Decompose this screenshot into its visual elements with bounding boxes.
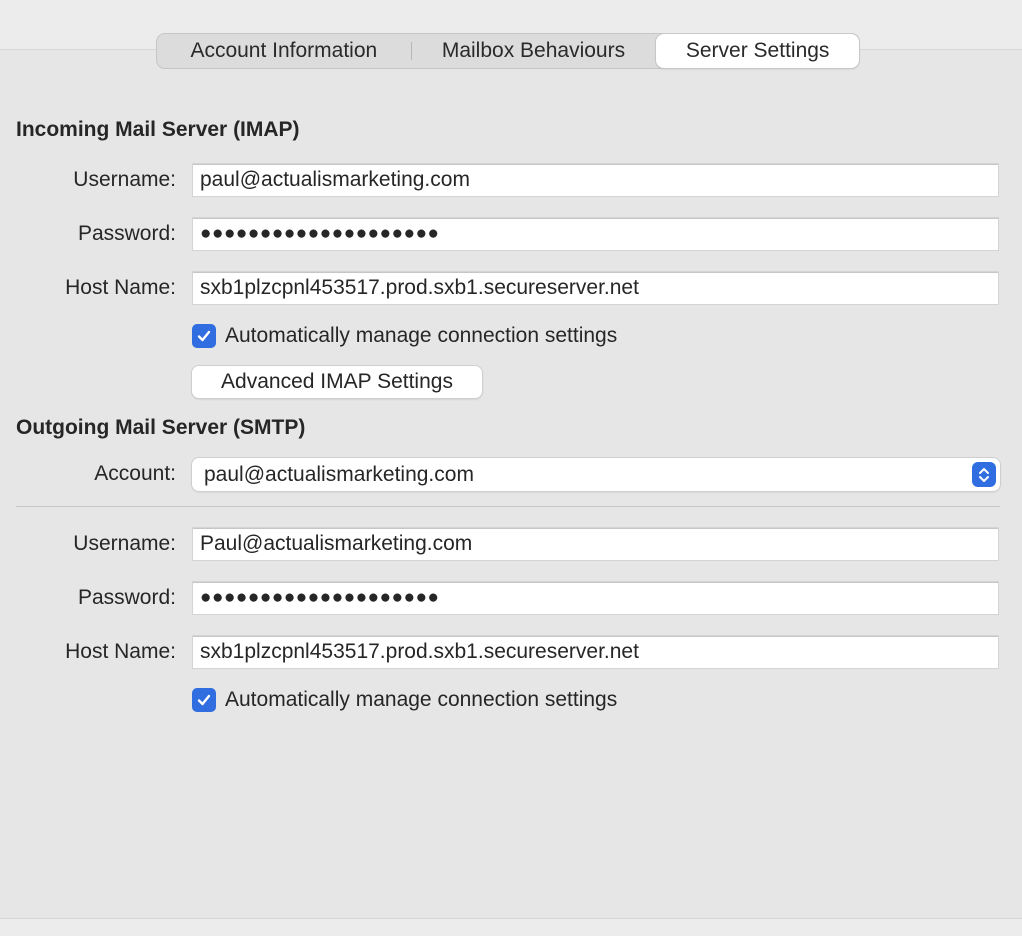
outgoing-password-label: Password: xyxy=(77,586,176,609)
outgoing-section-title: Outgoing Mail Server (SMTP) xyxy=(16,416,306,439)
outgoing-account-value: paul@actualismarketing.com xyxy=(204,463,474,486)
incoming-host-label: Host Name: xyxy=(65,276,176,299)
section-divider xyxy=(16,506,1000,507)
tab-bar: Account Information Mailbox Behaviours S… xyxy=(156,33,860,69)
checkmark-icon xyxy=(197,330,211,342)
chevron-up-down-icon xyxy=(972,462,996,487)
incoming-auto-manage-row: Automatically manage connection settings xyxy=(192,324,617,348)
incoming-section-title: Incoming Mail Server (IMAP) xyxy=(16,118,300,141)
tab-mailbox-behaviours[interactable]: Mailbox Behaviours xyxy=(412,34,656,68)
advanced-imap-settings-button[interactable]: Advanced IMAP Settings xyxy=(192,366,482,398)
outgoing-password-field[interactable]: ●●●●●●●●●●●●●●●●●●●● xyxy=(192,581,999,615)
outgoing-host-label: Host Name: xyxy=(65,640,176,663)
incoming-username-label: Username: xyxy=(73,168,176,191)
outgoing-auto-manage-row: Automatically manage connection settings xyxy=(192,688,617,712)
tab-account-information[interactable]: Account Information xyxy=(157,34,411,68)
checkmark-icon xyxy=(197,694,211,706)
outgoing-auto-manage-checkbox[interactable] xyxy=(192,688,216,712)
incoming-host-field[interactable]: sxb1plzcpnl453517.prod.sxb1.secureserver… xyxy=(192,271,999,305)
incoming-auto-manage-label: Automatically manage connection settings xyxy=(225,324,618,347)
outgoing-auto-manage-label: Automatically manage connection settings xyxy=(225,688,618,711)
outgoing-username-field[interactable]: Paul@actualismarketing.com xyxy=(192,527,999,561)
window-bottom-bar xyxy=(0,918,1022,936)
outgoing-username-label: Username: xyxy=(73,532,176,555)
incoming-password-field[interactable]: ●●●●●●●●●●●●●●●●●●●● xyxy=(192,217,999,251)
incoming-password-label: Password: xyxy=(77,222,176,245)
incoming-auto-manage-checkbox[interactable] xyxy=(192,324,216,348)
outgoing-account-label: Account: xyxy=(94,462,176,485)
outgoing-host-field[interactable]: sxb1plzcpnl453517.prod.sxb1.secureserver… xyxy=(192,635,999,669)
outgoing-account-select[interactable]: paul@actualismarketing.com xyxy=(192,458,1000,491)
tab-server-settings[interactable]: Server Settings xyxy=(656,34,859,68)
incoming-username-field[interactable]: paul@actualismarketing.com xyxy=(192,163,999,197)
